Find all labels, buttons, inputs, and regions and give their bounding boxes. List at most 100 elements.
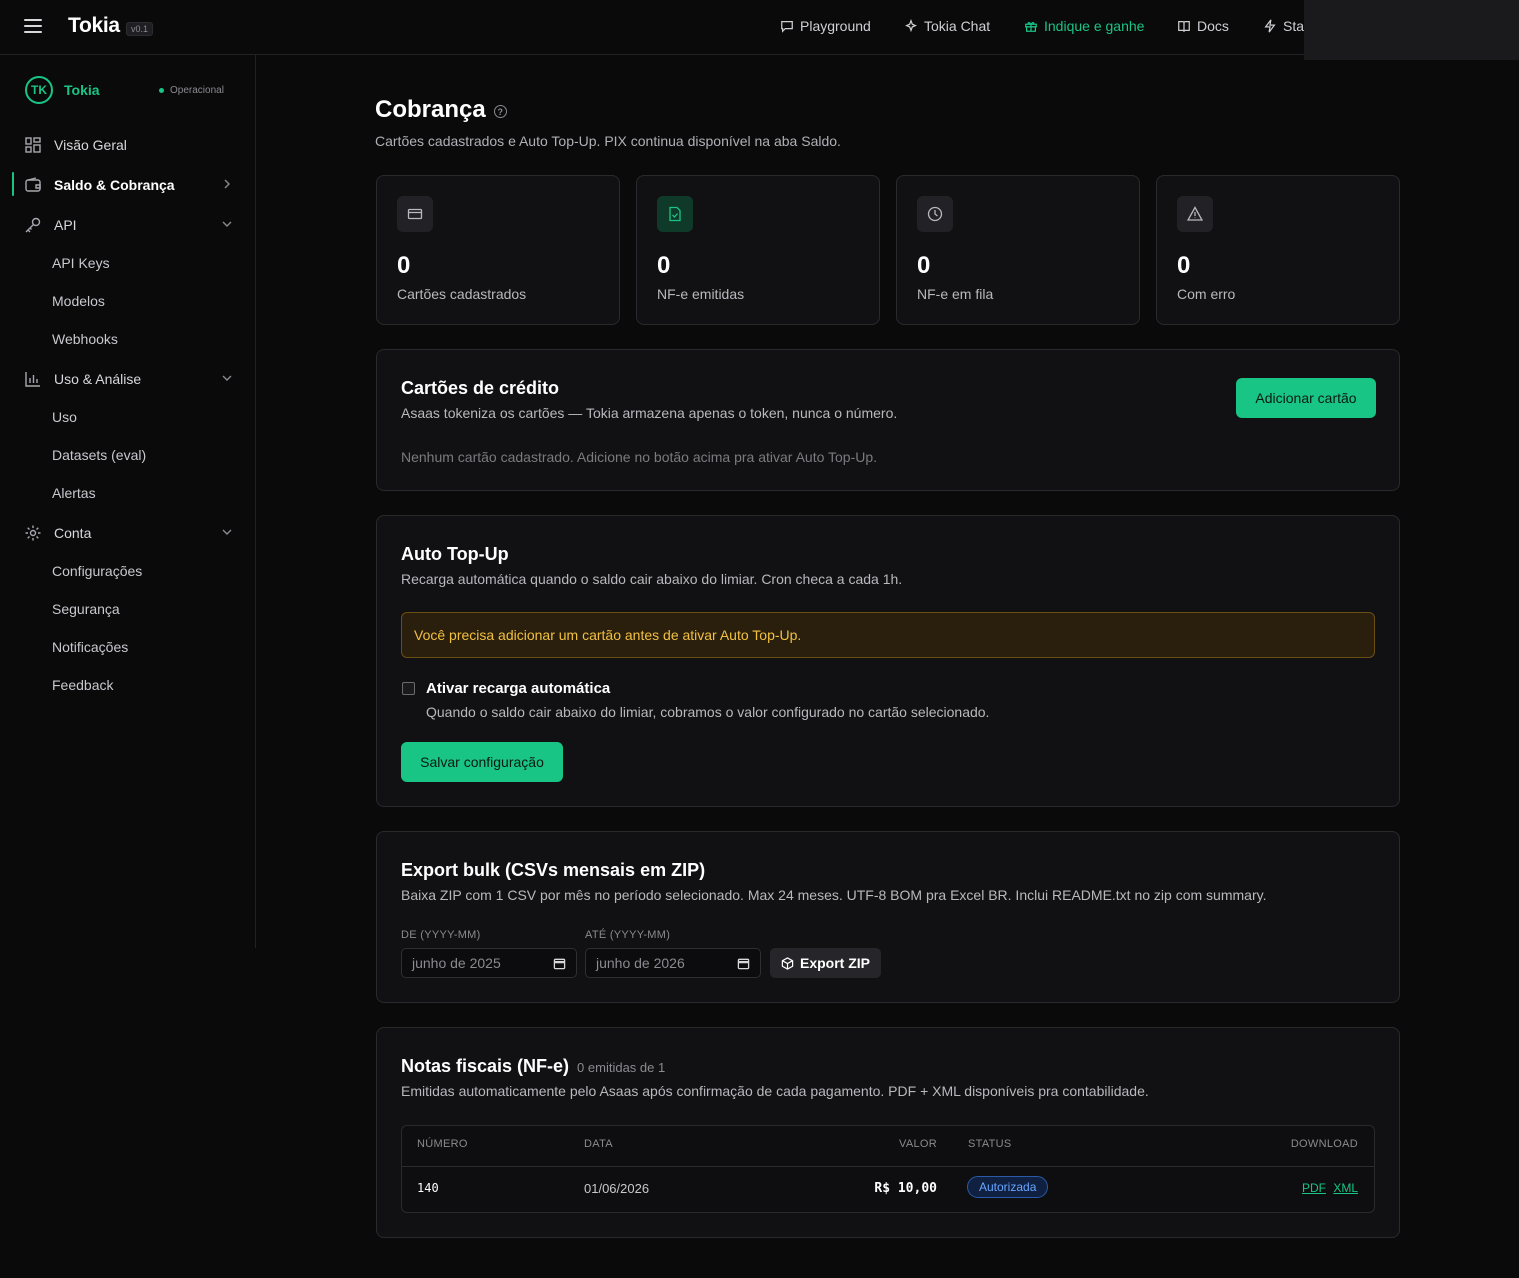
nfe-table: NÚMERO DATA VALOR STATUS DOWNLOAD 140 01… [401,1125,1375,1213]
chevron-down-icon [222,221,232,227]
sidebar-item-label: Uso & Análise [54,371,142,387]
nav-tokia-chat[interactable]: Tokia Chat [904,18,990,34]
calendar-icon[interactable] [737,957,750,970]
panel-title-text: Notas fiscais (NF-e) [401,1056,570,1076]
sidebar-item-alerts[interactable]: Alertas [52,485,96,501]
checkbox-label[interactable]: Ativar recarga automática [426,680,610,697]
from-field-label: DE (YYYY-MM) [401,929,481,941]
sidebar-item-billing[interactable]: Saldo & Cobrança [24,173,236,197]
gear-icon [25,525,41,541]
version-badge: v0.1 [126,22,154,36]
grid-icon [25,137,41,153]
active-indicator [12,172,14,196]
nfe-panel: Notas fiscais (NF-e) 0 emitidas de 1 Emi… [376,1027,1400,1238]
nav-docs[interactable]: Docs [1177,18,1229,34]
wallet-icon [25,177,41,192]
lightning-icon [1264,19,1276,33]
file-check-icon [657,196,693,232]
stat-value: 0 [397,252,411,279]
sidebar-item-account[interactable]: Conta [24,521,236,545]
sidebar-item-datasets[interactable]: Datasets (eval) [52,447,146,463]
nfe-count: 0 emitidas de 1 [577,1060,666,1075]
menu-icon[interactable] [24,19,42,33]
stat-label: Com erro [1177,286,1236,302]
panel-title: Notas fiscais (NF-e) 0 emitidas de 1 [401,1056,665,1077]
top-bar: Tokia v0.1 Playground Tokia Chat Indique… [0,0,1519,60]
stat-value: 0 [1177,252,1191,279]
column-header-number: NÚMERO [417,1138,468,1150]
gift-icon [1025,21,1037,32]
key-icon [25,217,41,233]
nav-status[interactable]: Sta [1263,18,1304,34]
download-xml-link[interactable]: XML [1333,1181,1358,1195]
sidebar-item-feedback[interactable]: Feedback [52,677,113,693]
panel-subtitle: Emitidas automaticamente pelo Asaas após… [401,1083,1149,1099]
nfe-value: R$ 10,00 [874,1181,937,1196]
to-month-value: junho de 2026 [596,955,685,971]
chat-bubble-icon [781,21,793,33]
bar-chart-icon [25,372,40,387]
nav-docs-label: Docs [1197,18,1229,34]
to-month-input[interactable]: junho de 2026 [585,948,761,978]
status-badge: Autorizada [967,1176,1049,1198]
panel-title: Export bulk (CSVs mensais em ZIP) [401,860,706,880]
sidebar-item-label: API [54,217,77,233]
panel-subtitle: Asaas tokeniza os cartões — Tokia armaze… [401,405,898,421]
package-icon [781,956,794,970]
chevron-down-icon [222,375,232,381]
sidebar-item-notifications[interactable]: Notificações [52,639,128,655]
save-config-button[interactable]: Salvar configuração [401,742,563,782]
help-icon[interactable]: ? [493,105,507,118]
nav-referral[interactable]: Indique e ganhe [1024,18,1144,34]
top-right-overlay [1304,0,1519,60]
nav-referral-label: Indique e ganhe [1044,18,1145,34]
column-header-download: DOWNLOAD [1290,1138,1358,1150]
export-zip-button[interactable]: Export ZIP [770,948,881,978]
warning-alert: Você precisa adicionar um cartão antes d… [401,612,1375,658]
panel-subtitle: Recarga automática quando o saldo cair a… [401,571,903,587]
stat-value: 0 [917,252,931,279]
nfe-number: 140 [417,1181,439,1195]
panel-subtitle: Baixa ZIP com 1 CSV por mês no período s… [401,887,1267,903]
panel-title: Cartões de crédito [401,378,560,398]
page-title-text: Cobrança [375,96,486,123]
sidebar-item-security[interactable]: Segurança [52,601,120,617]
calendar-icon[interactable] [553,957,566,970]
credit-cards-panel: Cartões de crédito Asaas tokeniza os car… [376,349,1400,491]
sidebar-item-api[interactable]: API [24,213,236,237]
download-pdf-link[interactable]: PDF [1302,1181,1326,1195]
from-month-input[interactable]: junho de 2025 [401,948,577,978]
org-switcher[interactable]: TK Tokia [25,76,100,104]
page-subtitle: Cartões cadastrados e Auto Top-Up. PIX c… [375,133,841,149]
add-card-button[interactable]: Adicionar cartão [1236,378,1376,418]
divider [402,1166,1374,1167]
sidebar-item-settings[interactable]: Configurações [52,563,142,579]
sidebar-item-label: Saldo & Cobrança [54,177,175,193]
auto-topup-checkbox[interactable] [402,682,415,695]
stat-card-errors: 0 Com erro [1156,175,1400,325]
stat-card-nfe-queued: 0 NF-e em fila [896,175,1140,325]
org-name: Tokia [64,82,100,98]
sidebar-item-usage[interactable]: Uso [52,409,77,425]
sidebar-item-usage-analytics[interactable]: Uso & Análise [24,367,236,391]
stat-label: NF-e emitidas [657,286,745,302]
nav-tokia-chat-label: Tokia Chat [924,18,991,34]
sidebar-item-api-keys[interactable]: API Keys [52,255,110,271]
sidebar-item-webhooks[interactable]: Webhooks [52,331,118,347]
clock-icon [917,196,953,232]
nav-status-label: Sta [1283,18,1305,34]
stat-card-cards: 0 Cartões cadastrados [376,175,620,325]
book-icon [1178,21,1190,33]
column-header-status: STATUS [968,1138,1012,1150]
nav-playground[interactable]: Playground [780,18,871,34]
brand-logo[interactable]: Tokia [68,14,120,38]
alert-triangle-icon [1177,196,1213,232]
sidebar-item-overview[interactable]: Visão Geral [24,133,236,157]
sidebar-item-models[interactable]: Modelos [52,293,105,309]
status-badge: Operacional [159,85,224,96]
column-header-value: VALOR [899,1138,937,1150]
chevron-down-icon [222,529,232,535]
export-panel: Export bulk (CSVs mensais em ZIP) Baixa … [376,831,1400,1003]
checkbox-description: Quando o saldo cair abaixo do limiar, co… [426,704,990,720]
stat-label: NF-e em fila [917,286,994,302]
